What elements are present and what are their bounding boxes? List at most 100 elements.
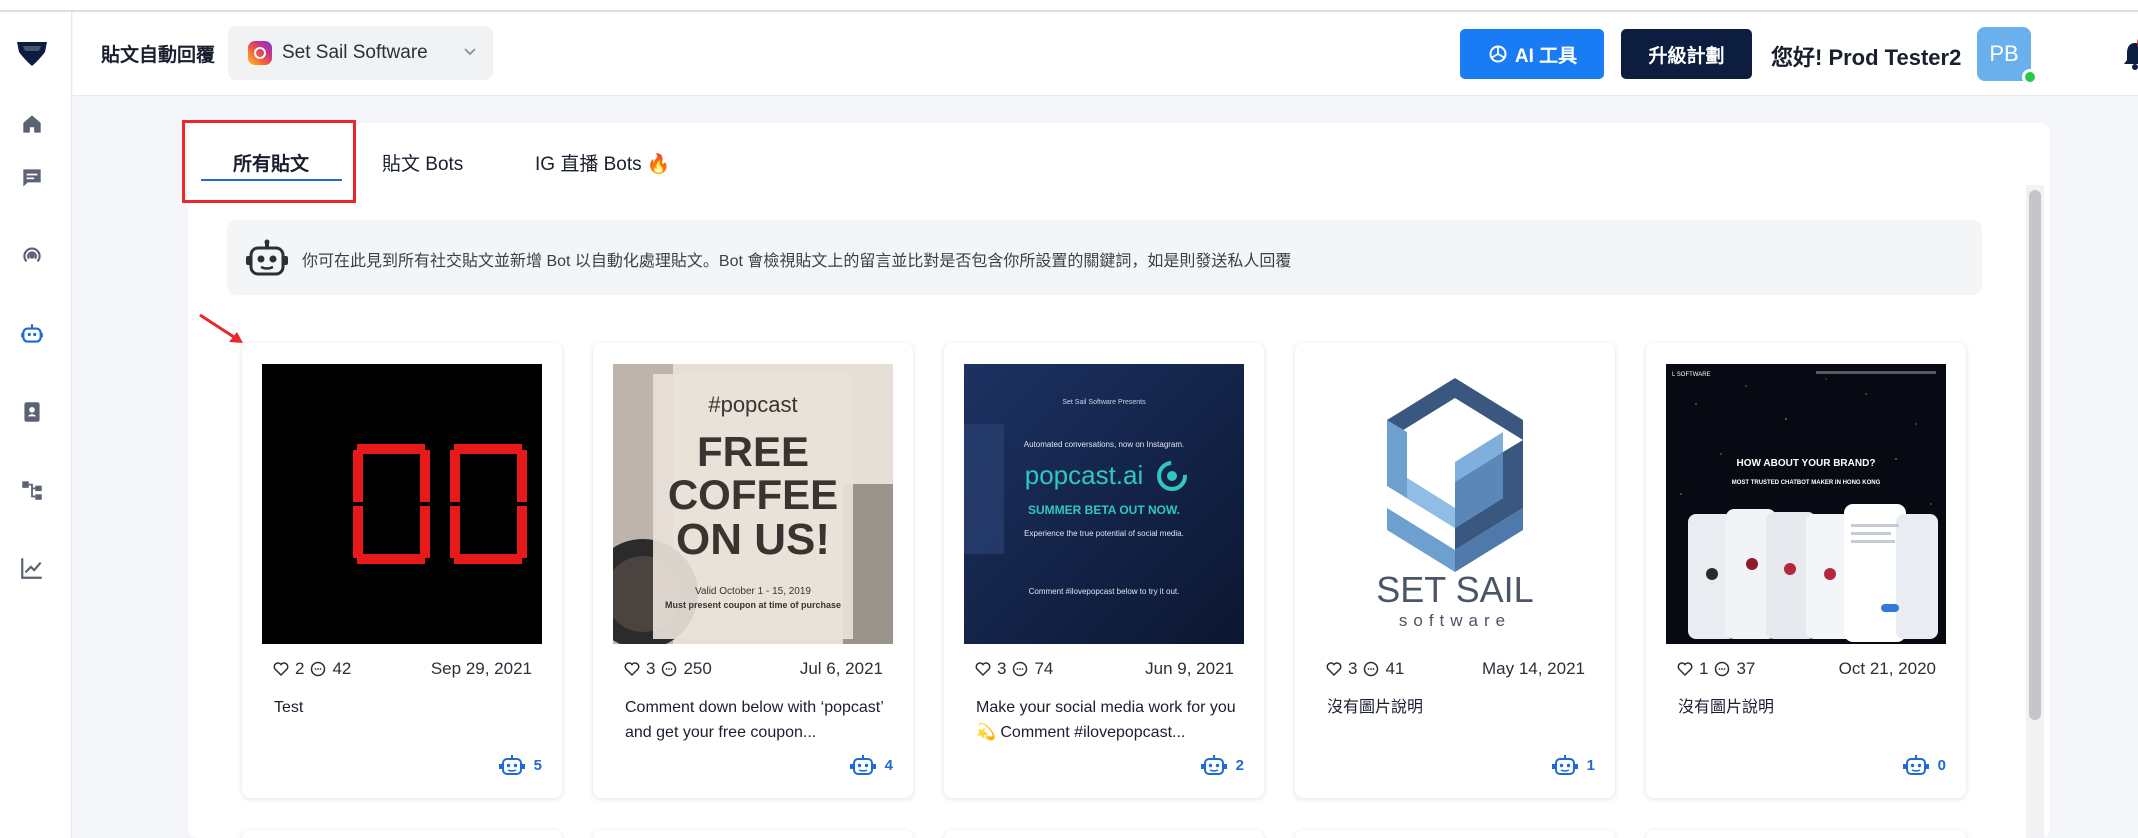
- bell-icon[interactable]: [2121, 40, 2138, 70]
- tab-ig-live-bots[interactable]: IG 直播 Bots 🔥: [535, 149, 671, 176]
- sidebar-item-chat[interactable]: [16, 162, 48, 194]
- sidebar-item-flow[interactable]: [16, 474, 48, 506]
- post-card[interactable]: L SOFTWARE HOW ABOUT YOUR BRAND? MOST TR…: [1646, 343, 1966, 798]
- comment-count: 41: [1385, 659, 1405, 678]
- comment-count: 37: [1736, 659, 1756, 678]
- sidebar-item-broadcast[interactable]: [16, 240, 48, 272]
- like-count: 3: [646, 659, 656, 678]
- broadcast-icon: [23, 247, 41, 263]
- openai-icon: [1489, 45, 1507, 63]
- robot-icon: [498, 755, 525, 775]
- post-caption: 沒有圖片說明: [1327, 699, 1424, 716]
- account-selector[interactable]: Set Sail Software: [228, 26, 493, 80]
- robot-icon: [1551, 755, 1578, 775]
- browser-top-edge: [0, 0, 2138, 12]
- post-caption: 沒有圖片說明: [1678, 699, 1775, 716]
- bot-count-value: 4: [884, 756, 893, 774]
- post-image[interactable]: Set Sail Software Presents Automated con…: [964, 364, 1244, 644]
- post-date: May 14, 2021: [1481, 659, 1585, 678]
- post-image[interactable]: SET SAIL software: [1315, 364, 1595, 644]
- comment-icon: [311, 661, 326, 677]
- post-image[interactable]: #popcast FREE COFFEE ON US! Valid Octobe…: [613, 364, 893, 644]
- bot-count-value: 0: [1937, 756, 1946, 774]
- post-stats: 3 250: [623, 659, 712, 679]
- post-card[interactable]: 2 42 Sep 29, 2021 Test 5: [242, 343, 562, 798]
- coupon-note: Must present coupon at time of purchase: [665, 600, 841, 610]
- sidebar-item-contacts[interactable]: [16, 396, 48, 428]
- promo-subtitle: Automated conversations, now on Instagra…: [1024, 440, 1185, 449]
- sidebar-item-analytics[interactable]: [16, 552, 48, 584]
- like-count: 1: [1699, 659, 1709, 678]
- ai-tools-label: AI 工具: [1514, 45, 1578, 67]
- post-bot-count[interactable]: 0: [1902, 754, 1946, 776]
- logo-wordmark: SET SAIL: [1376, 569, 1533, 610]
- tab-post-bots[interactable]: 貼文 Bots: [382, 149, 463, 176]
- heart-icon: [1677, 662, 1693, 677]
- account-name: Set Sail Software: [282, 42, 428, 63]
- promo-experience: Experience the true potential of social …: [1024, 529, 1184, 538]
- post-bot-count[interactable]: 2: [1200, 754, 1244, 776]
- post-card[interactable]: SET SAIL software 3 41 May 14, 2021 沒有圖片…: [1295, 343, 1615, 798]
- chat-icon: [23, 169, 41, 187]
- post-date: Sep 29, 2021: [430, 659, 532, 678]
- scrollbar-thumb[interactable]: [2029, 190, 2041, 720]
- heart-icon: [1326, 662, 1342, 677]
- comment-icon: [1013, 661, 1028, 677]
- comment-count: 42: [332, 659, 352, 678]
- coupon-line-3: ON US!: [676, 515, 830, 564]
- annotation-arrow: [199, 313, 243, 343]
- post-card-next-row[interactable]: [593, 830, 913, 838]
- analytics-icon: [21, 558, 42, 579]
- bot-count-value: 2: [1235, 756, 1244, 774]
- upgrade-plan-button[interactable]: 升級計劃: [1621, 29, 1752, 79]
- coffee-coupon-image: #popcast FREE COFFEE ON US! Valid Octobe…: [613, 364, 893, 644]
- like-count: 3: [997, 659, 1007, 678]
- promo-brand: popcast.ai: [1025, 460, 1144, 490]
- popcast-promo-image: Set Sail Software Presents Automated con…: [964, 364, 1244, 644]
- annotation-highlight-box: [182, 120, 356, 203]
- sidebar-item-home[interactable]: [16, 108, 48, 140]
- post-image[interactable]: [262, 364, 542, 644]
- post-card-next-row[interactable]: [1295, 830, 1615, 838]
- robot-icon: [849, 755, 876, 775]
- seven-segment-digits-image: [353, 444, 527, 564]
- app-logo[interactable]: [15, 38, 49, 70]
- ai-tools-button[interactable]: AI 工具: [1460, 29, 1604, 79]
- post-stats: 1 37: [1676, 659, 1755, 679]
- comment-icon: [662, 661, 677, 677]
- instagram-icon: [248, 41, 272, 65]
- site-brand: L SOFTWARE: [1672, 372, 1711, 378]
- post-bot-count[interactable]: 1: [1551, 754, 1595, 776]
- post-caption: Comment down below with ‘popcast’ and ge…: [625, 699, 884, 741]
- robot-icon: [246, 239, 288, 276]
- post-caption: Make your social media work for you💫 Com…: [976, 699, 1236, 741]
- comment-count: 74: [1034, 659, 1054, 678]
- sidebar-item-bots[interactable]: [16, 318, 48, 350]
- post-date: Oct 21, 2020: [1838, 659, 1936, 678]
- coupon-line-1: FREE: [697, 428, 809, 475]
- post-stats: 3 74: [974, 659, 1053, 679]
- promo-cta: Comment #ilovepopcast below to try it ou…: [1029, 587, 1180, 596]
- post-stats: 2 42: [272, 659, 351, 679]
- top-header: 貼文自動回覆 Set Sail Software AI 工具 升級計劃 您好! …: [73, 12, 2138, 96]
- post-bot-count[interactable]: 4: [849, 754, 893, 776]
- chevron-down-icon: [464, 48, 476, 56]
- coupon-hashtag: #popcast: [708, 392, 797, 417]
- post-card-next-row[interactable]: [944, 830, 1264, 838]
- promo-beta: SUMMER BETA OUT NOW.: [1028, 503, 1180, 517]
- post-card-next-row[interactable]: [242, 830, 562, 838]
- like-count: 2: [295, 659, 305, 678]
- like-count: 3: [1348, 659, 1358, 678]
- online-status-dot: [2022, 69, 2038, 85]
- post-image[interactable]: L SOFTWARE HOW ABOUT YOUR BRAND? MOST TR…: [1666, 364, 1946, 644]
- flow-icon: [22, 481, 42, 500]
- post-bot-count[interactable]: 5: [498, 754, 542, 776]
- post-card-next-row[interactable]: [1646, 830, 1966, 838]
- post-card[interactable]: #popcast FREE COFFEE ON US! Valid Octobe…: [593, 343, 913, 798]
- info-banner-text: 你可在此見到所有社交貼文並新增 Bot 以自動化處理貼文。Bot 會檢視貼文上的…: [302, 253, 1292, 270]
- post-stats: 3 41: [1325, 659, 1404, 679]
- heart-icon: [975, 662, 991, 677]
- heart-icon: [624, 662, 640, 677]
- post-card[interactable]: Set Sail Software Presents Automated con…: [944, 343, 1264, 798]
- site-headline: HOW ABOUT YOUR BRAND?: [1737, 458, 1876, 469]
